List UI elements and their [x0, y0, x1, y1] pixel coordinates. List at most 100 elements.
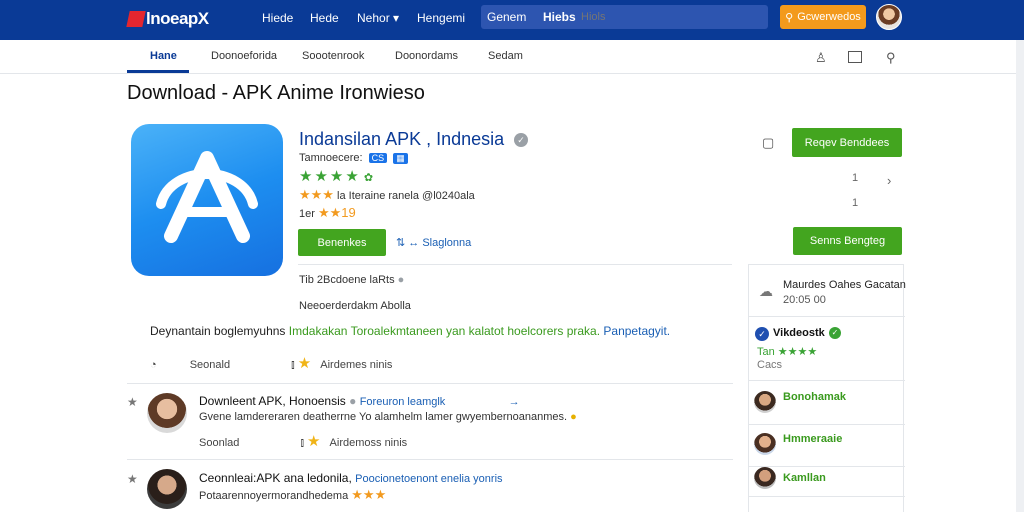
app-icon	[131, 124, 283, 276]
search-icon[interactable]: ⚲	[886, 50, 896, 66]
review-left-label[interactable]: Soonlad	[199, 437, 239, 449]
size-row: 1er ★★19	[299, 205, 356, 221]
scrollbar-track[interactable]	[1016, 40, 1024, 512]
tab-downloads[interactable]: Doonoeforida	[211, 50, 277, 62]
share-link[interactable]: ⇅ ↔ Slaglonna	[396, 236, 471, 249]
top-action-label: Gcwerwedos	[797, 11, 861, 23]
avatar	[754, 433, 776, 455]
review-rating-label[interactable]: Airdemoss ninis	[330, 437, 408, 449]
reviewer-avatar[interactable]	[147, 469, 187, 509]
search-filter-b[interactable]: Hiebs	[543, 10, 576, 24]
action-left-label[interactable]: Seonald	[190, 359, 230, 371]
topnav-item-2[interactable]: Hede	[310, 11, 339, 25]
review-text: Potaarennoyermorandhedema ★★★	[199, 487, 386, 503]
divider	[127, 383, 733, 384]
review-title: Ceonnleai:APK ana ledonila, Poocionetoen…	[199, 471, 503, 485]
pin-icon: ⫾	[291, 359, 295, 371]
top-bar: lnoeapX Hiede Hede Nehor ▾ Hengemi Genem…	[0, 0, 1024, 40]
developer-label: Tamnoecere:	[299, 152, 363, 164]
chat-icon[interactable]: ▢	[762, 135, 774, 151]
chevron-down-icon: ▾	[393, 11, 400, 25]
review-text-body: Potaarennoyermorandhedema	[199, 490, 349, 502]
download-button[interactable]: Benenkes	[298, 229, 386, 256]
app-logo-icon	[156, 151, 258, 243]
info-line-2: Neeoerderdakm Abolla	[299, 300, 411, 312]
user-name: Hmmeraaie	[783, 433, 843, 445]
nav-indicator-bottom: 1	[852, 197, 859, 209]
green-rating-row: ★★★★ ✿	[299, 167, 373, 185]
star-icon[interactable]: ★	[298, 355, 311, 372]
star-rating: ★★★★	[299, 168, 361, 185]
review-stars: ★★★	[351, 487, 387, 502]
emoji-icon: ●	[570, 411, 577, 423]
tab-domains[interactable]: Doonordams	[395, 50, 458, 62]
review-title-text: Ceonnleai:APK ana ledonila,	[199, 471, 352, 485]
verified-name[interactable]: Vikdeostk	[773, 327, 825, 339]
download-button-label: Benenkes	[317, 236, 367, 249]
rating-text: la Iteraine ranela @l0240ala	[337, 190, 475, 202]
tab-software[interactable]: Soootenrook	[302, 50, 364, 62]
bullet-star-icon: ★	[127, 472, 138, 486]
sidebar-info-title: Maurdes Oahes Gacatan	[783, 279, 906, 291]
sidebar-info-sub: 20:05 00	[783, 294, 826, 306]
sidebar-info-section: ☁ Maurdes Oahes Gacatan 20:05 00	[749, 265, 906, 317]
arrow-icon[interactable]: →	[509, 396, 520, 408]
topnav-search-label[interactable]: Hengemi	[417, 11, 465, 25]
description-intro: Deynantain boglemyuhns	[150, 324, 286, 338]
verified-icon: ✓	[514, 133, 528, 147]
primary-action-button[interactable]: Reqev Benddees	[792, 128, 902, 157]
info-line: Tib 2Bcdoene laRts ●	[299, 274, 404, 286]
tab-home[interactable]: Hane	[150, 50, 177, 62]
rating-summary: ★★★ la Iteraine ranela @l0240ala	[299, 187, 475, 203]
topnav-item-3[interactable]: Nehor ▾	[357, 11, 399, 25]
site-logo[interactable]: lnoeapX	[126, 7, 209, 31]
verified-sub: Cacs	[757, 359, 783, 371]
sidebar-user-item[interactable]: Bonohamak	[749, 381, 905, 425]
search-filter-a[interactable]: Genem	[487, 10, 526, 24]
leaf-icon: ✿	[363, 172, 374, 184]
sub-navigation: Hane Doonoeforida Soootenrook Doonordams…	[0, 40, 1024, 74]
user-name: Kamllan	[783, 472, 826, 484]
review-text: Gvene lamdereraren deatherrne Yo alamhel…	[199, 411, 577, 423]
review-title: Downleent APK, Honoensis ● Foreuron leam…	[199, 394, 520, 408]
avatar	[754, 467, 776, 489]
search-bar[interactable]: Genem Hiebs	[481, 5, 768, 29]
cloud-icon: ☁	[759, 283, 773, 299]
rating-prefix-stars: ★★★	[299, 187, 334, 202]
secondary-action-button[interactable]: Senns Bengteg	[793, 227, 902, 255]
window-icon[interactable]	[848, 51, 862, 63]
divider	[127, 459, 733, 460]
reviewer-avatar[interactable]	[147, 393, 187, 433]
developer-chip: CS	[368, 153, 388, 163]
size-stars: ★★19	[317, 205, 356, 220]
review-text-body: Gvene lamdereraren deatherrne Yo alamhel…	[199, 411, 568, 423]
verified-badge-icon: ✓	[755, 327, 769, 341]
top-action-button[interactable]: ⚲ Gcwerwedos	[780, 5, 866, 29]
search-icon: ⚲	[785, 11, 794, 24]
chevron-right-icon[interactable]: ›	[887, 173, 891, 188]
review-tag[interactable]: Foreuron leamglk	[360, 396, 446, 408]
review-actions: Soonlad ⫾ ★ Airdemoss ninis	[199, 432, 407, 450]
pin-icon: ⫾	[300, 437, 304, 449]
logo-mark	[126, 11, 146, 27]
search-input[interactable]	[581, 7, 761, 27]
clock-icon: ◔	[150, 359, 157, 371]
user-icon[interactable]: ♙	[815, 50, 827, 66]
topnav-item-1[interactable]: Hiede	[262, 11, 293, 25]
sidebar-user-item[interactable]: Hmmeraaie	[749, 425, 905, 467]
user-avatar[interactable]	[876, 4, 902, 30]
primary-action-label: Reqev Benddees	[804, 136, 890, 149]
sidebar-user-item[interactable]: Kamllan	[749, 467, 905, 497]
verified-icon: ●	[349, 394, 357, 408]
star-icon[interactable]: ★	[307, 433, 320, 450]
action-rating-label[interactable]: Airdemes ninis	[320, 359, 392, 371]
description-link[interactable]: Panpetagyit.	[603, 324, 670, 338]
review-tag[interactable]: Poocionetoenont enelia yonris	[355, 473, 502, 485]
bullet-star-icon: ★	[127, 395, 138, 409]
share-label: Slaglonna	[422, 237, 472, 249]
nav-indicator-top: 1	[852, 172, 859, 184]
tab-sedam[interactable]: Sedam	[488, 50, 523, 62]
avatar	[754, 391, 776, 413]
active-tab-indicator	[127, 70, 189, 73]
verified-rating: Tan ★★★★	[757, 346, 818, 358]
